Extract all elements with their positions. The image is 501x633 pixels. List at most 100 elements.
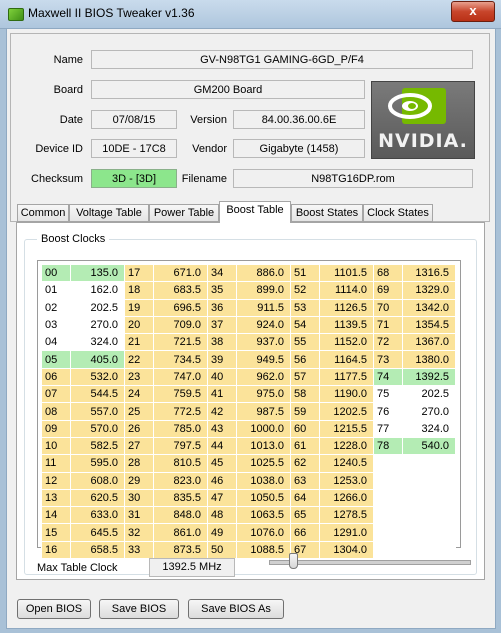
boost-clock-cell[interactable]: 1392.5 — [402, 367, 456, 387]
boost-clock-cell[interactable]: 721.5 — [153, 333, 208, 352]
open-bios-button[interactable]: Open BIOS — [17, 599, 91, 619]
boost-clock-cell[interactable]: 540.0 — [402, 436, 456, 456]
boost-clock-cell[interactable]: 557.0 — [70, 402, 125, 421]
boost-clock-cell[interactable]: 962.0 — [236, 367, 291, 387]
boost-clock-cell[interactable]: 544.5 — [70, 385, 125, 404]
boost-clock-cell[interactable]: 595.0 — [70, 454, 125, 473]
name-field[interactable]: GV-N98TG1 GAMING-6GD_P/F4 — [91, 50, 473, 69]
tab-voltage-table[interactable]: Voltage Table — [69, 204, 149, 222]
boost-clock-cell[interactable]: 202.5 — [402, 385, 456, 404]
boost-clock-cell[interactable]: 1240.5 — [319, 454, 374, 473]
boost-clock-cell[interactable]: 1000.0 — [236, 419, 291, 438]
boost-clock-cell[interactable]: 785.0 — [153, 419, 208, 438]
boost-clock-cell[interactable]: 797.5 — [153, 436, 208, 456]
boost-clocks-grid[interactable]: 00 135.0 17 671.0 34 886.0 51 1101.5 68 1316.5 01 1… — [37, 260, 461, 560]
boost-clock-cell[interactable]: 1114.0 — [319, 281, 374, 300]
boost-clock-cell[interactable]: 1101.5 — [319, 263, 374, 283]
boost-clock-cell[interactable]: 671.0 — [153, 263, 208, 283]
close-button[interactable]: x — [451, 1, 495, 22]
boost-clock-cell[interactable]: 1126.5 — [319, 298, 374, 317]
boost-clock-cell[interactable]: 570.0 — [70, 419, 125, 438]
boost-clock-cell[interactable]: 1076.0 — [236, 523, 291, 542]
boost-clock-cell[interactable]: 1038.0 — [236, 471, 291, 490]
tab-boost-table[interactable]: Boost Table — [219, 201, 291, 223]
tab-power-table[interactable]: Power Table — [149, 204, 219, 222]
boost-clock-cell[interactable]: 1215.5 — [319, 419, 374, 438]
boost-clock-cell[interactable]: 1304.0 — [319, 540, 374, 560]
boost-clock-cell[interactable]: 949.5 — [236, 350, 291, 369]
max-table-clock-field[interactable]: 1392.5 MHz — [149, 558, 235, 577]
boost-clock-cell[interactable]: 405.0 — [70, 350, 125, 369]
boost-clock-cell[interactable]: 911.5 — [236, 298, 291, 317]
boost-clock-cell[interactable]: 1228.0 — [319, 436, 374, 456]
boost-clock-cell[interactable]: 582.5 — [70, 436, 125, 456]
filename-field[interactable]: N98TG16DP.rom — [233, 169, 473, 188]
boost-clock-cell[interactable]: 633.0 — [70, 506, 125, 525]
max-clock-slider-thumb[interactable] — [289, 553, 298, 569]
boost-clock-cell[interactable]: 987.5 — [236, 402, 291, 421]
boost-clock-cell[interactable]: 162.0 — [70, 281, 125, 300]
boost-clock-cell[interactable]: 848.0 — [153, 506, 208, 525]
boost-clock-cell[interactable]: 772.5 — [153, 402, 208, 421]
boost-clock-cell[interactable]: 324.0 — [70, 333, 125, 352]
date-field[interactable]: 07/08/15 — [91, 110, 177, 129]
boost-clock-cell[interactable]: 1354.5 — [402, 315, 456, 335]
boost-clock-cell[interactable]: 1025.5 — [236, 454, 291, 473]
boost-clock-cell[interactable]: 1088.5 — [236, 540, 291, 560]
boost-clock-cell[interactable]: 835.5 — [153, 488, 208, 508]
save-bios-as-button[interactable]: Save BIOS As — [188, 599, 284, 619]
tab-common[interactable]: Common — [17, 204, 69, 222]
boost-clock-cell[interactable]: 1177.5 — [319, 367, 374, 387]
boost-clock-cell[interactable]: 861.0 — [153, 523, 208, 542]
boost-clock-cell[interactable]: 759.5 — [153, 385, 208, 404]
boost-clock-cell[interactable]: 645.5 — [70, 523, 125, 542]
device-id-field[interactable]: 10DE - 17C8 — [91, 139, 177, 158]
boost-clock-cell[interactable]: 658.5 — [70, 540, 125, 560]
boost-clock-cell[interactable]: 324.0 — [402, 419, 456, 438]
boost-clock-cell[interactable]: 975.0 — [236, 385, 291, 404]
boost-clock-cell[interactable]: 924.0 — [236, 315, 291, 335]
boost-clock-cell[interactable]: 1342.0 — [402, 298, 456, 317]
boost-clock-cell[interactable]: 734.5 — [153, 350, 208, 369]
boost-clock-cell[interactable]: 683.5 — [153, 281, 208, 300]
boost-clock-cell[interactable]: 937.0 — [236, 333, 291, 352]
vendor-field[interactable]: Gigabyte (1458) — [233, 139, 365, 158]
boost-clock-cell[interactable]: 873.5 — [153, 540, 208, 560]
boost-clock-cell[interactable]: 1013.0 — [236, 436, 291, 456]
boost-clock-cell[interactable]: 1202.5 — [319, 402, 374, 421]
boost-clock-cell[interactable]: 1266.0 — [319, 488, 374, 508]
version-field[interactable]: 84.00.36.00.6E — [233, 110, 365, 129]
boost-clock-cell[interactable]: 1367.0 — [402, 333, 456, 352]
boost-clock-cell[interactable]: 608.0 — [70, 471, 125, 490]
tab-clock-states[interactable]: Clock States — [363, 204, 433, 222]
boost-clock-cell[interactable]: 202.5 — [70, 298, 125, 317]
boost-clock-cell[interactable]: 1139.5 — [319, 315, 374, 335]
boost-clock-cell[interactable]: 1152.0 — [319, 333, 374, 352]
boost-clock-cell[interactable]: 810.5 — [153, 454, 208, 473]
boost-clock-cell[interactable]: 1380.0 — [402, 350, 456, 369]
boost-clock-cell[interactable]: 1278.5 — [319, 506, 374, 525]
checksum-field[interactable]: 3D - [3D] — [91, 169, 177, 188]
boost-clock-cell[interactable]: 620.5 — [70, 488, 125, 508]
board-field[interactable]: GM200 Board — [91, 80, 365, 99]
boost-clock-cell[interactable]: 747.0 — [153, 367, 208, 387]
boost-clock-cell[interactable]: 1329.0 — [402, 281, 456, 300]
boost-clock-cell[interactable]: 886.0 — [236, 263, 291, 283]
boost-clock-cell[interactable]: 1253.0 — [319, 471, 374, 490]
boost-clock-cell[interactable]: 1316.5 — [402, 263, 456, 283]
boost-clock-cell[interactable]: 532.0 — [70, 367, 125, 387]
boost-clock-cell[interactable]: 1190.0 — [319, 385, 374, 404]
boost-clock-cell[interactable]: 270.0 — [402, 402, 456, 421]
boost-clock-cell[interactable]: 823.0 — [153, 471, 208, 490]
boost-clock-cell[interactable]: 1291.0 — [319, 523, 374, 542]
boost-clock-cell[interactable]: 696.5 — [153, 298, 208, 317]
tab-boost-states[interactable]: Boost States — [291, 204, 363, 222]
boost-clock-cell[interactable]: 1050.5 — [236, 488, 291, 508]
boost-clock-cell[interactable]: 270.0 — [70, 315, 125, 335]
boost-clock-cell[interactable]: 709.0 — [153, 315, 208, 335]
boost-clock-cell[interactable]: 1164.5 — [319, 350, 374, 369]
boost-clock-cell[interactable]: 135.0 — [70, 263, 125, 283]
save-bios-button[interactable]: Save BIOS — [99, 599, 179, 619]
boost-clock-cell[interactable]: 1063.5 — [236, 506, 291, 525]
max-clock-slider-track[interactable] — [269, 560, 471, 565]
